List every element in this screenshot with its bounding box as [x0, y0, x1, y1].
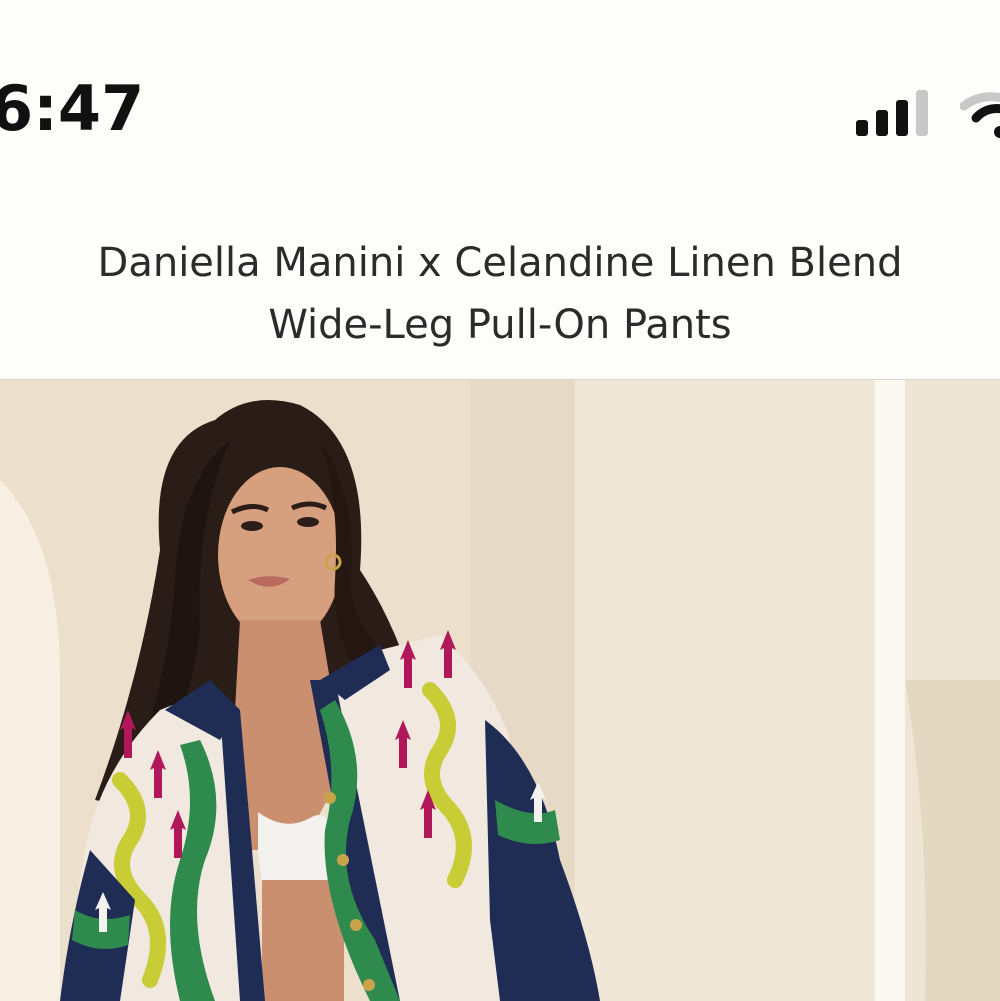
- product-title: Daniella Manini x Celandine Linen Blend …: [0, 232, 1000, 356]
- product-photo[interactable]: [0, 380, 1000, 1001]
- product-image-gallery[interactable]: [0, 379, 1000, 1001]
- status-bar: 6:47: [0, 0, 1000, 190]
- status-time: 6:47: [0, 72, 145, 145]
- wifi-icon: [960, 92, 1000, 138]
- product-title-line-1: Daniella Manini x Celandine Linen Blend: [97, 240, 903, 286]
- product-title-line-2: Wide-Leg Pull-On Pants: [268, 302, 732, 348]
- cellular-signal-icon: [856, 90, 928, 136]
